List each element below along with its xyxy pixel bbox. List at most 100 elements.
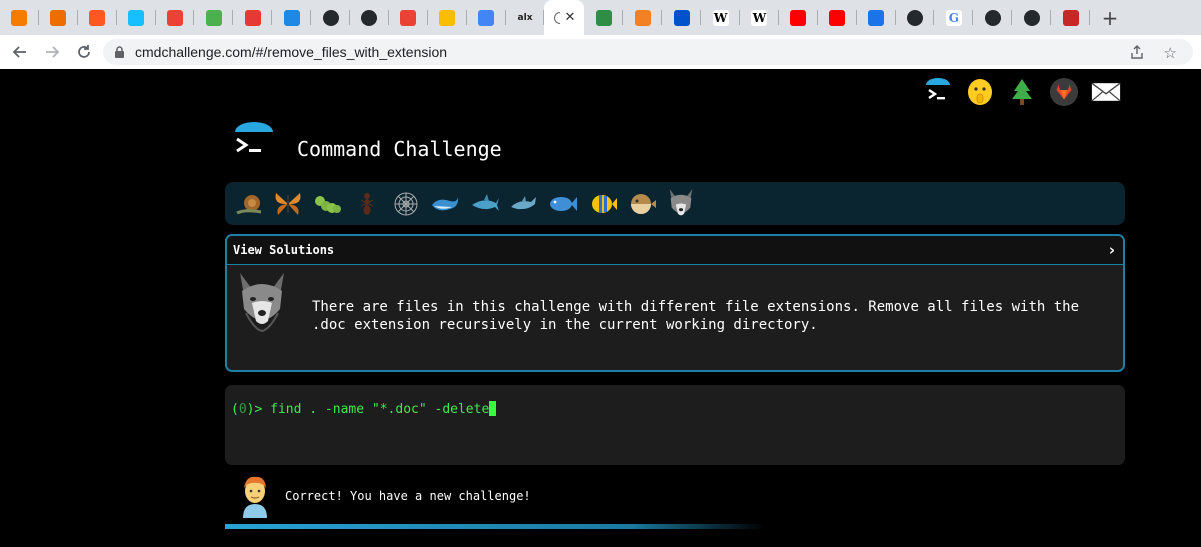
browser-tab[interactable]: [78, 0, 117, 35]
tree-icon[interactable]: [1007, 77, 1037, 107]
shark-icon[interactable]: [469, 188, 501, 220]
browser-tab[interactable]: [662, 0, 702, 35]
tropical-fish-icon[interactable]: [587, 188, 619, 220]
fish-icon[interactable]: [547, 188, 579, 220]
view-solutions-label[interactable]: View Solutions: [233, 243, 334, 257]
browser-tab[interactable]: G: [934, 0, 974, 35]
orange-cube-icon: [11, 9, 28, 26]
browser-tab[interactable]: [584, 0, 624, 35]
browser-tab[interactable]: [272, 0, 312, 35]
reload-button[interactable]: [70, 38, 98, 66]
wikipedia-icon: W: [712, 9, 729, 26]
page-content: Command Challenge View Solutions › There…: [0, 69, 1201, 547]
github-icon: [907, 9, 924, 26]
chevron-right-icon[interactable]: ›: [1109, 241, 1115, 259]
butterfly-icon[interactable]: [272, 188, 304, 220]
browser-tab[interactable]: [117, 0, 156, 35]
spider-web-icon[interactable]: [390, 188, 422, 220]
gmail-icon: [167, 9, 183, 26]
browser-tab[interactable]: [428, 0, 467, 35]
browser-tab[interactable]: [233, 0, 273, 35]
url-text[interactable]: cmdchallenge.com/#/remove_files_with_ext…: [135, 44, 447, 60]
google-icon: G: [945, 9, 962, 26]
ant-icon[interactable]: [351, 188, 383, 220]
address-bar[interactable]: cmdchallenge.com/#/remove_files_with_ext…: [103, 39, 1193, 65]
cmdchallenge-icon: [553, 11, 560, 24]
close-tab-icon[interactable]: ✕: [565, 10, 576, 25]
browser-tab[interactable]: [311, 0, 350, 35]
browser-tab[interactable]: [818, 0, 857, 35]
youtube-icon: [829, 9, 846, 26]
github-icon: [1023, 9, 1040, 26]
caterpillar-icon[interactable]: [312, 188, 344, 220]
forward-button[interactable]: [38, 38, 66, 66]
browser-tab[interactable]: [39, 0, 78, 35]
forward-arrow-icon: [46, 46, 60, 58]
browser-tab[interactable]: [389, 0, 428, 35]
browser-tab[interactable]: [857, 0, 896, 35]
browser-tab[interactable]: [1012, 0, 1052, 35]
orange-cube-icon: [50, 9, 67, 26]
gmail-icon: [400, 9, 417, 26]
gfg-icon: [595, 9, 612, 26]
drive-icon: [439, 9, 456, 26]
person-emoji-icon: [238, 474, 272, 518]
blowfish-icon[interactable]: [626, 188, 658, 220]
browser-tab[interactable]: W: [740, 0, 779, 35]
alx-icon: alx: [517, 12, 533, 23]
browser-tab[interactable]: [467, 0, 506, 35]
browser-tab[interactable]: [623, 0, 663, 35]
active-tab-content[interactable]: ✕: [553, 10, 576, 25]
browser-tab[interactable]: [350, 0, 389, 35]
reload-icon: [78, 45, 90, 58]
new-tab-button[interactable]: +: [1090, 0, 1130, 35]
browser-tab[interactable]: [1051, 0, 1090, 35]
gitlab-icon[interactable]: [1049, 77, 1079, 107]
wolf-icon[interactable]: [665, 188, 697, 220]
browser-toolbar: cmdchallenge.com/#/remove_files_with_ext…: [0, 35, 1201, 69]
snail-icon[interactable]: [233, 188, 265, 220]
wolf-icon: [234, 269, 290, 335]
browser-tab[interactable]: [779, 0, 818, 35]
challenge-description-line: .doc extension recursively in the curren…: [312, 317, 818, 333]
whale-icon[interactable]: [429, 188, 461, 220]
page-title: Command Challenge: [297, 137, 502, 161]
jira-icon: [673, 9, 690, 26]
browser-tab[interactable]: [156, 0, 195, 35]
stackoverflow-icon: [634, 9, 651, 26]
result-message: Correct! You have a new challenge!: [238, 474, 531, 518]
browser-tab[interactable]: alx: [506, 0, 545, 35]
prompt-close: )>: [246, 402, 271, 417]
browser-tab[interactable]: [0, 0, 39, 35]
shushing-face-icon[interactable]: [965, 77, 995, 107]
red-square-icon: [1062, 9, 1079, 26]
challenge-body: There are files in this challenge with d…: [227, 265, 1123, 370]
school-icon: [205, 9, 222, 26]
youtube-icon: [790, 9, 807, 26]
github-icon: [984, 9, 1001, 26]
result-text: Correct! You have a new challenge!: [285, 489, 531, 503]
terminal-icon[interactable]: [923, 77, 953, 107]
share-icon[interactable]: [1129, 44, 1145, 64]
bookmark-star-icon[interactable]: ☆: [1164, 44, 1177, 62]
browser-tab[interactable]: W: [701, 0, 740, 35]
browser-tab[interactable]: [896, 0, 935, 35]
docs-icon: [478, 9, 495, 26]
progress-fill: [225, 524, 1125, 529]
command-terminal[interactable]: (0)> find . -name "*.doc" -delete: [225, 385, 1125, 465]
github-icon: [361, 9, 378, 26]
browser-tab[interactable]: [973, 0, 1013, 35]
tab-strip: alx ✕ W W G +: [0, 0, 1201, 35]
back-button[interactable]: [6, 38, 34, 66]
view-solutions-toggle[interactable]: View Solutions ›: [227, 236, 1123, 265]
t-icon: [283, 9, 300, 26]
browser-tab[interactable]: [194, 0, 234, 35]
text-cursor: [489, 401, 497, 416]
header-icon-links: [923, 77, 1121, 107]
lock-icon[interactable]: [113, 46, 125, 58]
dolphin-icon[interactable]: [508, 188, 540, 220]
browser-tab[interactable]: ✕: [544, 0, 585, 35]
command-input[interactable]: find . -name "*.doc" -delete: [270, 402, 489, 417]
mail-icon[interactable]: [1091, 77, 1121, 107]
challenge-panel: View Solutions › There are files in this…: [225, 234, 1125, 372]
